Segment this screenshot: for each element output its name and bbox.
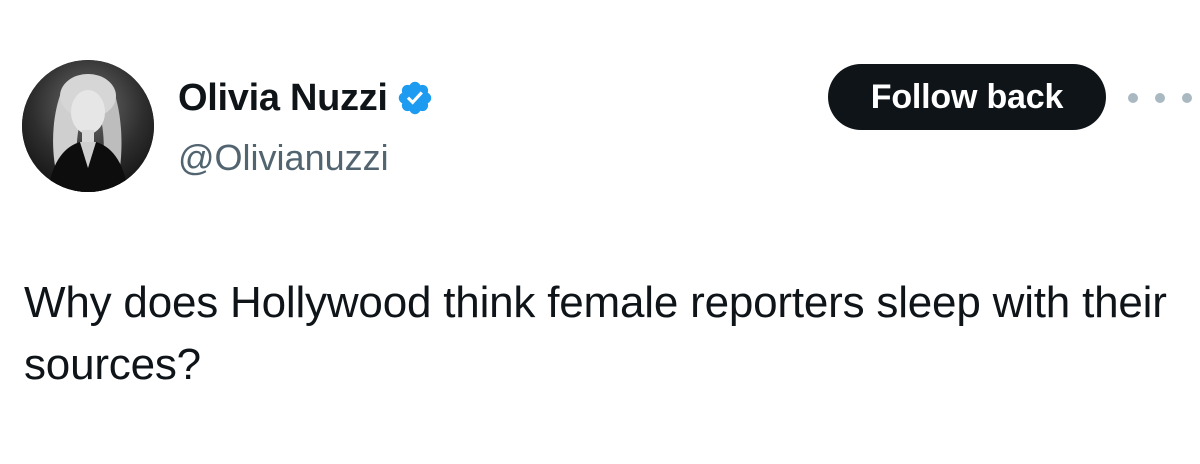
tweet-card: Olivia Nuzzi @Olivianuzzi Follow back Wh…	[0, 0, 1200, 464]
more-options-icon-dot	[1155, 93, 1165, 103]
author-handle[interactable]: @Olivianuzzi	[178, 136, 389, 180]
author-display-name[interactable]: Olivia Nuzzi	[178, 76, 388, 120]
follow-back-button[interactable]: Follow back	[828, 64, 1106, 130]
avatar[interactable]	[22, 60, 154, 192]
author-name-row: Olivia Nuzzi	[178, 76, 434, 120]
more-options-icon	[1128, 93, 1138, 103]
more-options-button[interactable]	[1128, 82, 1192, 114]
tweet-text: Why does Hollywood think female reporter…	[24, 278, 1167, 389]
avatar-photo	[22, 60, 154, 192]
more-options-icon-dot	[1182, 93, 1192, 103]
verified-badge-icon[interactable]	[396, 79, 434, 117]
